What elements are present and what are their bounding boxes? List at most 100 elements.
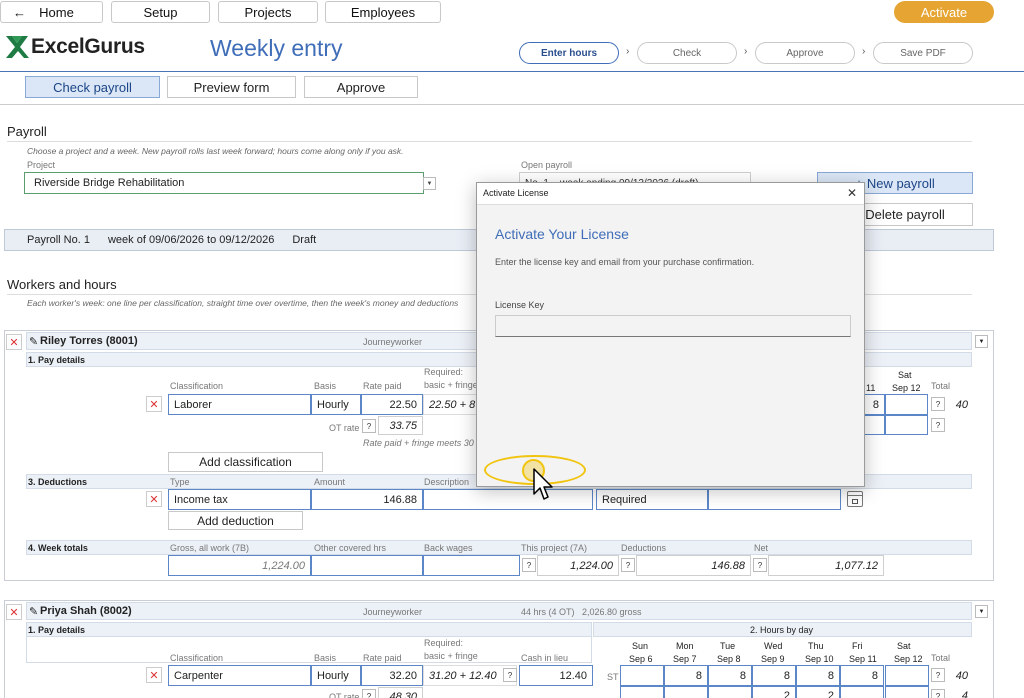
deductions-label: 3. Deductions: [28, 477, 88, 487]
add-classification-button[interactable]: Add classification: [168, 452, 323, 472]
other-hrs-input[interactable]: [311, 555, 423, 576]
home-button[interactable]: ← Home: [0, 1, 103, 23]
ot-hours-input[interactable]: [885, 686, 929, 698]
ot-hours-input[interactable]: [664, 686, 708, 698]
classification-input[interactable]: Laborer: [168, 394, 311, 415]
other-hrs-col: Other covered hrs: [314, 543, 387, 553]
amount-col: Amount: [314, 477, 346, 487]
projects-button[interactable]: Projects: [218, 1, 318, 23]
project-dropdown-button[interactable]: ▼: [423, 177, 436, 190]
st-hours-input[interactable]: 8: [796, 665, 840, 686]
project-select[interactable]: Riverside Bridge Rehabilitation: [24, 172, 424, 194]
sat-ot-input[interactable]: [885, 415, 928, 435]
worker-summary: 44 hrs (4 OT) 2,026.80 gross: [521, 607, 642, 617]
setup-button[interactable]: Setup: [111, 1, 210, 23]
help-icon[interactable]: ?: [931, 397, 945, 411]
gross-all-input[interactable]: 1,224.00: [168, 555, 311, 576]
cash-in-lieu-input[interactable]: 12.40: [519, 665, 593, 686]
close-icon[interactable]: ✕: [847, 186, 857, 200]
hours-by-day-label: 2. Hours by day: [750, 625, 814, 635]
ot-hours-input[interactable]: 2: [796, 686, 840, 698]
day-header: Tue: [720, 641, 736, 651]
collapse-worker-button[interactable]: ▼: [975, 335, 988, 348]
collapse-worker-button[interactable]: ▼: [975, 605, 988, 618]
employees-button[interactable]: Employees: [325, 1, 441, 23]
remove-worker-button[interactable]: ✕: [6, 604, 22, 620]
help-icon[interactable]: ?: [931, 668, 945, 682]
day-date: Sep 12: [894, 654, 923, 664]
rate-paid-col: Rate paid: [363, 653, 402, 663]
ot-hours-input[interactable]: [620, 686, 664, 698]
help-icon[interactable]: ?: [522, 558, 536, 572]
help-icon[interactable]: ?: [503, 668, 517, 682]
rate-paid-input[interactable]: 22.50: [361, 394, 423, 415]
excel-x-logo-icon: [6, 36, 29, 58]
chevron-down-icon: ▼: [426, 180, 433, 187]
basis-select[interactable]: Hourly: [311, 394, 361, 415]
basic-fringe-col: basic + fringe: [424, 651, 478, 661]
ot-hours-input[interactable]: [708, 686, 752, 698]
week-total-hours: 40: [955, 670, 968, 682]
tab-preview-form[interactable]: Preview form: [167, 76, 296, 98]
deduction-amount-input[interactable]: 146.88: [311, 489, 423, 510]
rate-paid-input[interactable]: 32.20: [361, 665, 423, 686]
deduction-type-input[interactable]: Income tax: [168, 489, 311, 510]
step-check[interactable]: Check: [637, 42, 737, 64]
step-enter-hours[interactable]: Enter hours: [519, 42, 619, 64]
help-icon[interactable]: ?: [621, 558, 635, 572]
st-hours-input[interactable]: [885, 665, 929, 686]
help-icon[interactable]: ?: [931, 689, 945, 698]
deduction-required-input[interactable]: Required: [596, 489, 708, 510]
help-icon[interactable]: ?: [362, 419, 376, 433]
help-icon[interactable]: ?: [362, 689, 376, 698]
help-icon[interactable]: ?: [753, 558, 767, 572]
fri-ot-input[interactable]: [864, 415, 885, 435]
st-hours-input[interactable]: 8: [840, 665, 884, 686]
page-title: Weekly entry: [210, 35, 343, 61]
basic-fringe-col: basic + fringe: [424, 380, 478, 390]
day-date: Sep 6: [629, 654, 653, 664]
deductions-total: 146.88: [636, 555, 751, 576]
pay-details-title-band: [26, 622, 592, 637]
description-col: Description: [424, 477, 470, 487]
this-project-col: This project (7A): [521, 543, 588, 553]
ot-hours-input[interactable]: 2: [752, 686, 796, 698]
sat-hours-input[interactable]: [885, 394, 928, 415]
payroll-number: Payroll No. 1: [27, 234, 90, 246]
classification-input[interactable]: Carpenter: [168, 665, 311, 686]
net-col: Net: [754, 543, 769, 553]
classification-col: Classification: [170, 381, 224, 391]
ot-rate-value: 48.30: [378, 687, 423, 698]
ot-rate-label: OT rate: [329, 423, 360, 433]
tab-approve[interactable]: Approve: [304, 76, 418, 98]
remove-worker-button[interactable]: ✕: [6, 334, 22, 350]
pencil-icon[interactable]: ✎: [29, 335, 38, 348]
deduction-description-input[interactable]: [423, 489, 593, 510]
deduction-date-input[interactable]: [708, 489, 841, 510]
help-icon[interactable]: ?: [931, 418, 945, 432]
step-approve[interactable]: Approve: [755, 42, 855, 64]
basis-select[interactable]: Hourly: [311, 665, 361, 686]
license-key-input[interactable]: [495, 315, 851, 337]
rate-note: Rate paid + fringe meets 30: [363, 438, 474, 448]
remove-deduction-button[interactable]: ✕: [146, 491, 162, 507]
remove-classification-button[interactable]: ✕: [146, 396, 162, 412]
st-hours-input[interactable]: 8: [708, 665, 752, 686]
calendar-icon[interactable]: [847, 491, 863, 507]
add-deduction-button[interactable]: Add deduction: [168, 511, 303, 530]
pencil-icon[interactable]: ✎: [29, 605, 38, 618]
day-date: Sep 8: [717, 654, 741, 664]
day-header: Thu: [808, 641, 824, 651]
step-save-pdf[interactable]: Save PDF: [873, 42, 973, 64]
activate-button[interactable]: Activate: [894, 1, 994, 23]
fri-hours-input[interactable]: 8: [864, 394, 885, 415]
st-hours-input[interactable]: 8: [752, 665, 796, 686]
tab-check-payroll[interactable]: Check payroll: [25, 76, 160, 98]
st-hours-input[interactable]: 8: [664, 665, 708, 686]
back-wages-input[interactable]: [423, 555, 520, 576]
remove-classification-button[interactable]: ✕: [146, 667, 162, 683]
ot-hours-input[interactable]: [840, 686, 884, 698]
basis-col: Basis: [314, 653, 337, 663]
st-hours-input[interactable]: [620, 665, 664, 686]
dialog-window-title: Activate License: [483, 188, 549, 198]
